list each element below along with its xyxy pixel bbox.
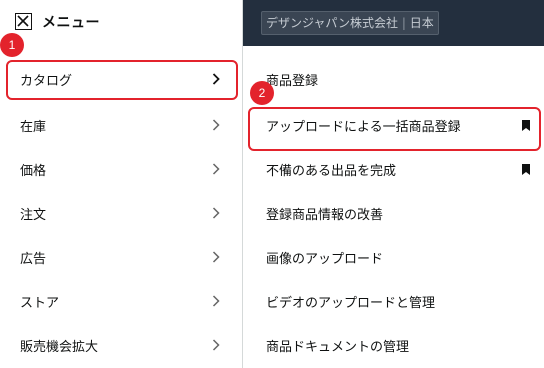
menu-item-label: 販売機会拡大 — [20, 340, 99, 355]
highlight-box-catalog — [6, 60, 238, 100]
close-icon[interactable] — [15, 13, 32, 30]
submenu-item-label: 不備のある出品を完成 — [266, 164, 397, 179]
bookmark-icon[interactable] — [522, 164, 530, 175]
submenu-item-product-documents[interactable]: 商品ドキュメントの管理 — [243, 324, 544, 368]
chevron-right-icon — [212, 251, 220, 263]
menu-item-inventory[interactable]: 在庫 — [0, 104, 242, 148]
submenu-item-add-products[interactable]: 商品登録 — [243, 58, 544, 102]
store-name: デザンジャパン株式会社 — [266, 16, 399, 30]
store-header: デザンジャパン株式会社 | 日本 — [243, 0, 544, 46]
submenu-item-complete-drafts[interactable]: 不備のある出品を完成 — [243, 148, 544, 192]
menu-item-growth[interactable]: 販売機会拡大 — [0, 324, 242, 368]
store-selector[interactable]: デザンジャパン株式会社 | 日本 — [261, 11, 439, 35]
menu-item-pricing[interactable]: 価格 — [0, 148, 242, 192]
highlight-box-bulk-upload — [248, 107, 541, 151]
menu-item-label: 価格 — [20, 164, 47, 179]
menu-header: メニュー — [0, 0, 242, 46]
chevron-right-icon — [212, 207, 220, 219]
submenu-item-upload-images[interactable]: 画像のアップロード — [243, 236, 544, 280]
store-region: 日本 — [409, 16, 434, 30]
chevron-right-icon — [212, 119, 220, 131]
submenu-item-label: 登録商品情報の改善 — [266, 208, 384, 223]
step-badge-2: 2 — [250, 81, 274, 105]
chevron-right-icon — [212, 339, 220, 351]
chevron-right-icon — [212, 163, 220, 175]
menu-item-label: ストア — [20, 296, 60, 311]
menu-item-advertising[interactable]: 広告 — [0, 236, 242, 280]
menu-item-label: 在庫 — [20, 120, 47, 135]
menu-title: メニュー — [42, 15, 100, 31]
store-separator: | — [401, 16, 406, 30]
submenu-item-improve-listings[interactable]: 登録商品情報の改善 — [243, 192, 544, 236]
chevron-right-icon — [212, 295, 220, 307]
submenu-item-label: 画像のアップロード — [266, 252, 384, 267]
menu-item-label: 注文 — [20, 208, 47, 223]
step-badge-1: 1 — [0, 33, 24, 57]
submenu-item-manage-videos[interactable]: ビデオのアップロードと管理 — [243, 280, 544, 324]
left-menu-panel: メニュー カタログ 在庫 価格 注文 広告 ストア 販売機会拡大 — [0, 0, 242, 368]
submenu-item-label: 商品登録 — [266, 74, 319, 89]
submenu-item-label: ビデオのアップロードと管理 — [266, 296, 436, 311]
menu-item-label: 広告 — [20, 252, 47, 267]
submenu-item-label: 商品ドキュメントの管理 — [266, 340, 410, 355]
submenu-panel: デザンジャパン株式会社 | 日本 商品登録 アップロードによる一括商品登録 不備… — [242, 0, 544, 368]
menu-item-orders[interactable]: 注文 — [0, 192, 242, 236]
menu-item-store[interactable]: ストア — [0, 280, 242, 324]
